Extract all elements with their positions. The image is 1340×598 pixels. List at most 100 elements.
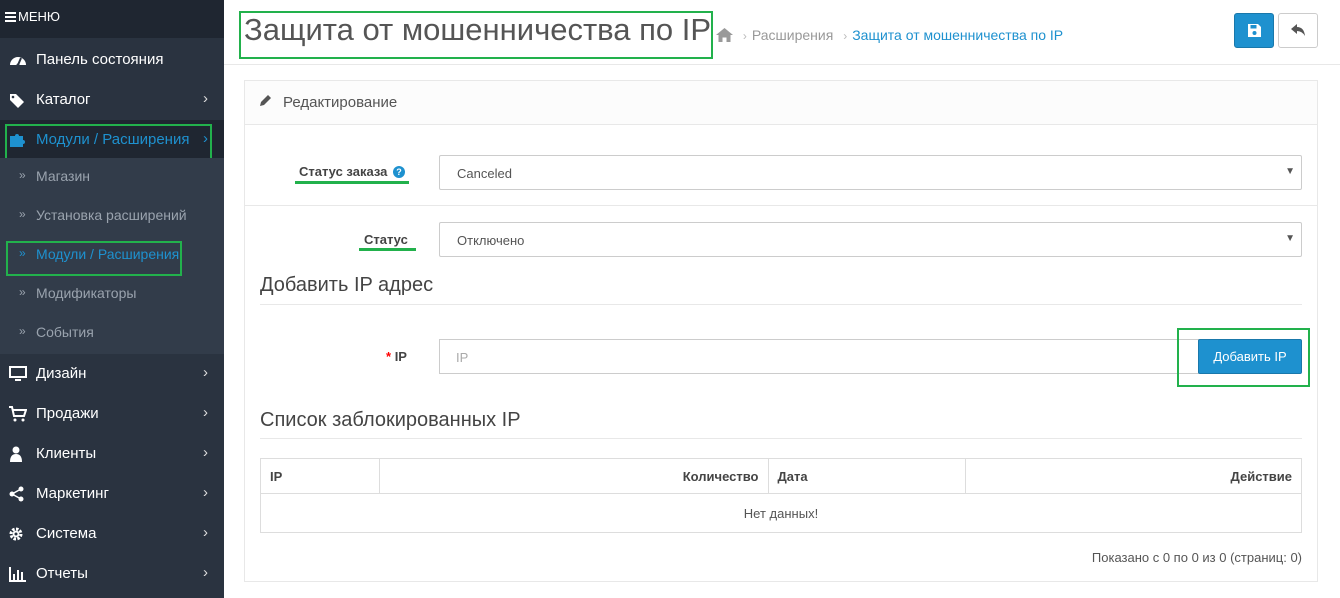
- double-chevron-icon: »: [19, 207, 26, 221]
- column-header-date[interactable]: Дата: [767, 458, 967, 494]
- menu-label: МЕНЮ: [18, 9, 61, 24]
- help-icon[interactable]: ?: [392, 166, 405, 178]
- table-row: Нет данных!: [260, 493, 1302, 533]
- home-icon[interactable]: [716, 28, 733, 45]
- bar-chart-icon: [9, 566, 27, 582]
- tags-icon: [9, 92, 27, 108]
- section-divider: [260, 438, 1302, 439]
- sidebar-item-dashboard[interactable]: Панель состояния: [0, 40, 224, 80]
- submenu: » Магазин » Установка расширений » Модул…: [0, 158, 224, 354]
- sidebar-item-marketing[interactable]: Маркетинг ›: [0, 474, 224, 514]
- submenu-item-extensions[interactable]: » Модули / Расширения: [0, 236, 224, 275]
- ip-input[interactable]: [439, 339, 1199, 374]
- save-icon: [1248, 24, 1261, 40]
- sidebar-item-label: Отчеты: [36, 565, 88, 582]
- panel-heading: Редактирование: [245, 81, 1317, 125]
- sidebar: МЕНЮ Панель состояния Каталог › Модули /…: [0, 0, 224, 598]
- status-label: Статус: [364, 232, 408, 247]
- sidebar-item-extensions[interactable]: Модули / Расширения ›: [0, 120, 224, 160]
- puzzle-icon: [9, 132, 27, 148]
- chevron-right-icon: ›: [203, 90, 208, 107]
- sidebar-item-reports[interactable]: Отчеты ›: [0, 554, 224, 594]
- sidebar-item-label: Система: [36, 525, 97, 542]
- ip-input-field[interactable]: [454, 349, 1158, 366]
- ip-label-text: IP: [394, 349, 407, 364]
- column-header-ip[interactable]: IP: [260, 458, 380, 494]
- sidebar-item-label: Маркетинг: [36, 485, 109, 502]
- dropdown-arrow-icon: ▼: [1285, 166, 1295, 177]
- double-chevron-icon: »: [19, 324, 26, 338]
- sidebar-item-system[interactable]: Система ›: [0, 514, 224, 554]
- sidebar-item-design[interactable]: Дизайн ›: [0, 354, 224, 394]
- form-divider: [245, 205, 1317, 206]
- blocked-ip-table: IP Количество Дата Действие Нет данных!: [260, 458, 1302, 533]
- share-icon: [9, 486, 27, 502]
- section-divider: [260, 304, 1302, 305]
- dropdown-arrow-icon: ▼: [1285, 233, 1295, 244]
- chevron-right-icon: ›: [203, 444, 208, 461]
- gear-icon: [9, 526, 27, 542]
- table-header-row: IP Количество Дата Действие: [260, 458, 1302, 494]
- column-header-count[interactable]: Количество: [378, 458, 769, 494]
- hamburger-icon: [5, 0, 16, 34]
- chevron-right-icon: ›: [203, 404, 208, 421]
- order-status-label: Статус заказа ?: [299, 164, 405, 179]
- required-mark: *: [386, 349, 392, 364]
- status-select[interactable]: Отключено ▼: [439, 222, 1302, 257]
- sidebar-item-customers[interactable]: Клиенты ›: [0, 434, 224, 474]
- double-chevron-icon: »: [19, 168, 26, 182]
- order-status-select[interactable]: Canceled ▼: [439, 155, 1302, 190]
- submenu-item-label: События: [36, 324, 94, 340]
- add-ip-button[interactable]: Добавить IP: [1198, 339, 1302, 374]
- sidebar-item-label: Каталог: [36, 91, 91, 108]
- user-icon: [9, 446, 27, 462]
- sidebar-item-label: Панель состояния: [36, 51, 164, 68]
- ip-label: * IP: [386, 349, 407, 364]
- sidebar-item-catalog[interactable]: Каталог ›: [0, 80, 224, 120]
- pagination-info: Показано с 0 по 0 из 0 (страниц: 0): [1091, 550, 1302, 565]
- breadcrumb-current[interactable]: Защита от мошенничества по IP: [852, 27, 1063, 43]
- status-value: Отключено: [457, 233, 525, 248]
- reply-icon: [1291, 24, 1306, 40]
- page-title: Защита от мошенничества по IP: [244, 12, 712, 47]
- submenu-item-store[interactable]: » Магазин: [0, 158, 224, 197]
- menu-toggle[interactable]: МЕНЮ: [0, 0, 224, 38]
- submenu-item-label: Магазин: [36, 168, 91, 184]
- column-header-action: Действие: [965, 458, 1302, 494]
- monitor-icon: [9, 366, 27, 382]
- pencil-icon: [260, 94, 272, 109]
- sidebar-item-label: Модули / Расширения: [36, 131, 190, 148]
- submenu-item-modifications[interactable]: » Модификаторы: [0, 275, 224, 314]
- order-status-underline: [295, 181, 409, 184]
- chevron-right-icon: ›: [203, 130, 208, 147]
- order-status-value: Canceled: [457, 166, 512, 181]
- double-chevron-icon: »: [19, 246, 26, 260]
- chevron-right-icon: ›: [203, 484, 208, 501]
- panel-title: Редактирование: [283, 94, 398, 111]
- breadcrumb-separator: ›: [843, 29, 848, 43]
- submenu-item-label: Установка расширений: [36, 207, 187, 223]
- sidebar-item-label: Клиенты: [36, 445, 97, 462]
- status-underline: [359, 248, 416, 251]
- submenu-item-label: Модификаторы: [36, 285, 137, 301]
- chevron-right-icon: ›: [203, 524, 208, 541]
- sidebar-item-sales[interactable]: Продажи ›: [0, 394, 224, 434]
- save-button[interactable]: [1234, 13, 1274, 48]
- breadcrumb-separator: ›: [742, 29, 747, 43]
- breadcrumb-extensions[interactable]: Расширения: [752, 27, 833, 43]
- sidebar-item-label: Продажи: [36, 405, 99, 422]
- back-button[interactable]: [1278, 13, 1318, 48]
- submenu-item-installer[interactable]: » Установка расширений: [0, 197, 224, 236]
- sidebar-item-label: Дизайн: [36, 365, 87, 382]
- add-ip-heading: Добавить IP адрес: [260, 274, 434, 296]
- cart-icon: [9, 406, 28, 422]
- submenu-item-events[interactable]: » События: [0, 314, 224, 353]
- double-chevron-icon: »: [19, 285, 26, 299]
- blocked-ip-heading: Список заблокированных IP: [260, 409, 521, 431]
- order-status-label-text: Статус заказа: [299, 164, 388, 179]
- no-data-cell: Нет данных!: [260, 493, 1302, 533]
- dashboard-icon: [9, 52, 27, 68]
- chevron-right-icon: ›: [203, 564, 208, 581]
- submenu-item-label: Модули / Расширения: [36, 246, 180, 262]
- breadcrumb: › Расширения › Защита от мошенничества по …: [716, 27, 1063, 45]
